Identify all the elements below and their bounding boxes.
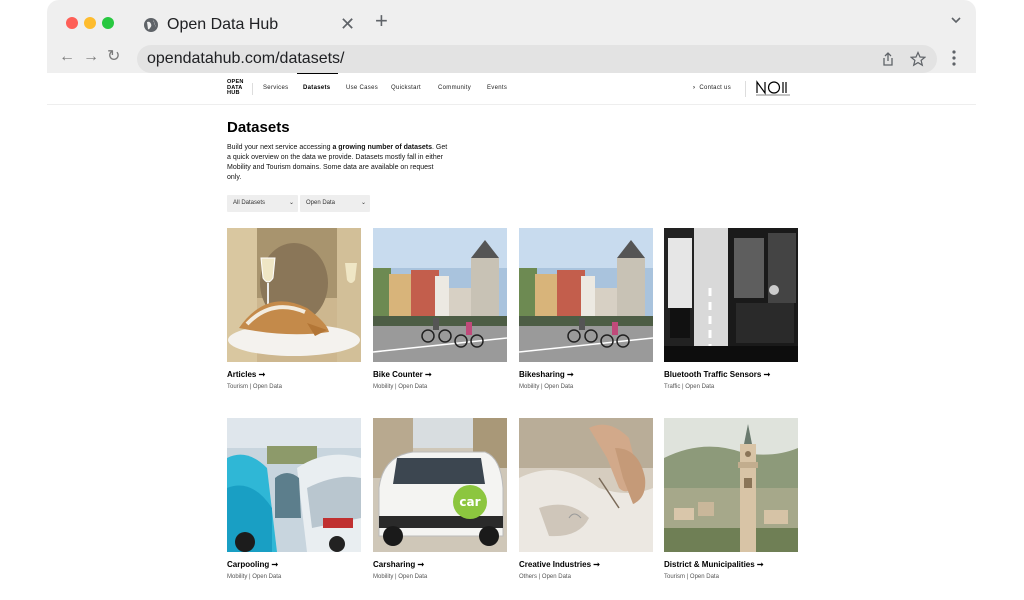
dataset-meta: Tourism | Open Data [227, 384, 282, 390]
car-badge-text: car [459, 495, 480, 509]
reload-icon[interactable]: ↻ [107, 49, 120, 65]
chevron-down-icon[interactable] [950, 14, 962, 26]
bookmark-star-icon[interactable] [910, 51, 926, 67]
carpooling-image [227, 418, 361, 552]
bluetooth-traffic-sensors-image [664, 228, 798, 362]
close-window-button[interactable] [66, 17, 78, 29]
globe-icon [144, 18, 158, 32]
noi-logo[interactable] [755, 79, 793, 97]
back-icon[interactable]: ← [59, 49, 75, 65]
articles-image [227, 228, 361, 362]
bike-counter-image [373, 228, 507, 362]
carsharing-image: car [373, 418, 507, 552]
dataset-meta: Traffic | Open Data [664, 384, 715, 390]
new-tab-icon[interactable]: + [375, 10, 388, 32]
browser-window: Open Data Hub ✕ + ← → ↻ opendatahub.com/… [47, 0, 976, 600]
dataset-title[interactable]: Carsharing ➞ [373, 560, 424, 569]
dataset-meta: Others | Open Data [519, 574, 571, 580]
nav-datasets[interactable]: Datasets [303, 85, 330, 91]
dataset-title[interactable]: Articles ➞ [227, 370, 265, 379]
dataset-meta: Mobility | Open Data [227, 574, 282, 580]
active-nav-indicator [297, 73, 338, 74]
divider [252, 83, 253, 95]
chevron-right-icon: › [693, 85, 696, 91]
dataset-title[interactable]: Creative Industries ➞ [519, 560, 600, 569]
close-tab-icon[interactable]: ✕ [340, 14, 355, 35]
dataset-title[interactable]: Bluetooth Traffic Sensors ➞ [664, 370, 770, 379]
dataset-title[interactable]: Bikesharing ➞ [519, 370, 574, 379]
tab-title: Open Data Hub [167, 16, 279, 33]
nav-services[interactable]: Services [263, 85, 288, 91]
chevron-down-icon: ⌄ [288, 200, 294, 206]
intro-text: Build your next service accessing a grow… [227, 144, 448, 181]
dataset-meta: Mobility | Open Data [519, 384, 574, 390]
nav-use-cases[interactable]: Use Cases [346, 85, 378, 91]
chevron-down-icon: ⌄ [360, 200, 366, 206]
dataset-category-select[interactable]: All Datasets ⌄ [227, 195, 298, 212]
dataset-title[interactable]: District & Municipalities ➞ [664, 560, 764, 569]
dataset-meta: Tourism | Open Data [664, 574, 719, 580]
maximize-window-button[interactable] [102, 17, 114, 29]
url-text: opendatahub.com/datasets/ [147, 50, 345, 67]
browser-chrome: Open Data Hub ✕ + ← → ↻ opendatahub.com/… [47, 0, 976, 73]
browser-tab[interactable]: Open Data Hub ✕ [129, 8, 359, 42]
nav-events[interactable]: Events [487, 85, 507, 91]
web-page: OPEN DATA HUB Services Datasets Use Case… [47, 73, 976, 600]
contact-us-link[interactable]: › Contact us [693, 85, 731, 91]
dataset-meta: Mobility | Open Data [373, 384, 428, 390]
dataset-meta: Mobility | Open Data [373, 574, 428, 580]
bikesharing-image [519, 228, 653, 362]
district-municipalities-image [664, 418, 798, 552]
open-data-hub-logo[interactable]: OPEN DATA HUB [227, 79, 244, 97]
share-icon[interactable] [880, 51, 896, 67]
dataset-title[interactable]: Bike Counter ➞ [373, 370, 432, 379]
page-title: Datasets [227, 119, 290, 136]
nav-quickstart[interactable]: Quickstart [391, 85, 421, 91]
creative-industries-image [519, 418, 653, 552]
dataset-title[interactable]: Carpooling ➞ [227, 560, 278, 569]
forward-icon[interactable]: → [83, 49, 99, 65]
address-bar[interactable]: opendatahub.com/datasets/ [137, 45, 937, 73]
site-header: OPEN DATA HUB Services Datasets Use Case… [47, 73, 976, 105]
minimize-window-button[interactable] [84, 17, 96, 29]
nav-community[interactable]: Community [438, 85, 471, 91]
browser-menu-icon[interactable] [952, 50, 956, 66]
divider [745, 81, 746, 97]
access-type-select[interactable]: Open Data ⌄ [300, 195, 370, 212]
